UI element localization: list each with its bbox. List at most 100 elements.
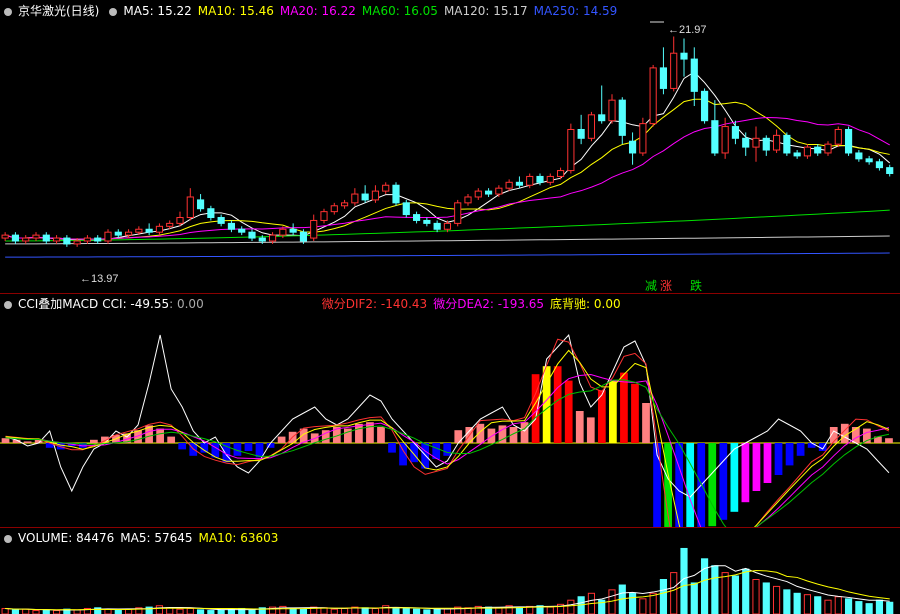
tag-die: 跌 [690, 278, 702, 293]
candle-body [114, 231, 122, 236]
dif-value: 微分DIF2: -140.43 [321, 297, 428, 311]
candle-body [258, 237, 266, 242]
volume-bar [772, 585, 781, 614]
indicator-header: CCI叠加MACD CCI: -49.55: 0.00 微分DIF2: -140.4… [0, 293, 627, 315]
volume-bar [659, 579, 668, 614]
candlestick-chart[interactable]: ←21.97 ←13.97 减涨 跌 [0, 0, 900, 293]
candle-body [495, 187, 503, 195]
volume-bar [721, 572, 729, 614]
panel-menu-icon[interactable] [4, 7, 12, 16]
candle-body [608, 99, 616, 122]
cci-value: CCI: -49.55 [102, 297, 170, 311]
candle-body [772, 134, 781, 151]
candle-body [700, 90, 709, 122]
candle-body [176, 217, 184, 224]
volume-bar [844, 598, 853, 614]
candle-body [474, 190, 482, 198]
volume-menu-icon[interactable] [4, 534, 12, 543]
candle-body [73, 240, 81, 245]
tag-zhang: 涨 [660, 278, 672, 293]
candle-body [340, 202, 349, 207]
candle-body [289, 228, 297, 233]
candle-body [207, 208, 215, 219]
volume-bar [824, 599, 832, 614]
price-chart-panel[interactable]: 京华激光(日线) MA5: 15.22 MA10: 15.46 MA20: 16.22… [0, 0, 900, 293]
indicator-menu-icon[interactable] [4, 300, 12, 309]
candle-body [721, 126, 729, 154]
volume-bar [207, 610, 215, 614]
macd-bar [542, 366, 551, 443]
candle-body [402, 202, 410, 216]
volume-bar [42, 609, 50, 614]
volume-bar [875, 599, 884, 614]
macd-bar [388, 443, 396, 453]
volume-bar [382, 605, 390, 614]
volume-bar [340, 607, 349, 614]
candle-body [680, 52, 688, 60]
volume-bar [32, 610, 40, 614]
ma-menu-icon[interactable] [109, 7, 118, 16]
candle-body [834, 128, 842, 145]
candle-body [52, 237, 61, 242]
volume-bar [155, 605, 164, 614]
candle-body [227, 222, 236, 230]
indicator-name[interactable]: CCI叠加MACD [18, 297, 98, 311]
candle-body [104, 231, 112, 242]
volume-header: VOLUME: 84476 MA5: 57645 MA10: 63603 [0, 527, 284, 549]
macd-bar [564, 380, 573, 443]
macd-bar [178, 443, 187, 450]
volume-bar [855, 601, 863, 614]
volume-bar [567, 599, 575, 614]
volume-panel[interactable]: VOLUME: 84476 MA5: 57645 MA10: 63603 [0, 527, 900, 614]
macd-bar [586, 417, 595, 443]
volume-value: VOLUME: 84476 [18, 531, 115, 545]
candle-body [875, 161, 884, 169]
candle-body [423, 219, 431, 224]
volume-bar [865, 603, 873, 614]
candle-body [155, 225, 164, 233]
candle-body [762, 137, 770, 151]
candle-body [382, 184, 390, 192]
volume-bar [793, 592, 801, 614]
candle-body [546, 175, 554, 183]
macd-bar [244, 443, 253, 451]
ma-label-3: MA60: 16.05 [361, 4, 438, 18]
ma-label-0: MA5: 15.22 [123, 4, 192, 18]
volume-bar [371, 607, 380, 614]
candle-body [63, 237, 71, 245]
candle-body [94, 237, 102, 242]
macd-bar [575, 411, 584, 443]
macd-bar [553, 366, 562, 443]
macd-bar [763, 443, 772, 483]
candle-body [505, 181, 513, 189]
volume-bar [814, 596, 822, 614]
candle-body [731, 126, 740, 139]
indicator-panel[interactable]: CCI叠加MACD CCI: -49.55: 0.00 微分DIF2: -140.4… [0, 293, 900, 527]
volume-bar [495, 607, 503, 614]
candle-body [515, 181, 524, 186]
candle-body [484, 190, 493, 195]
volume-bar [690, 582, 698, 614]
volume-bar [402, 607, 410, 614]
macd-bar [156, 428, 164, 443]
candle-body [598, 114, 606, 122]
macd-bar [620, 372, 628, 443]
macd-bar [807, 443, 816, 448]
candle-body [577, 128, 585, 139]
dea-value: 微分DEA2: -193.65 [433, 297, 545, 311]
candle-body [268, 234, 277, 242]
candle-body [711, 120, 719, 154]
macd-bar [642, 403, 650, 443]
volume-bar [320, 607, 328, 614]
ma-line-5 [5, 252, 890, 258]
volume-bar [752, 579, 760, 614]
candle-body [351, 193, 359, 204]
candle-body [783, 134, 791, 154]
stock-title: 京华激光(日线) [18, 4, 100, 18]
cci-macd-chart[interactable] [0, 293, 900, 527]
macd-bar [355, 423, 363, 443]
candle-body [567, 128, 575, 172]
candle-body [649, 67, 657, 125]
volume-bar [670, 572, 678, 614]
macd-bar [785, 443, 794, 466]
